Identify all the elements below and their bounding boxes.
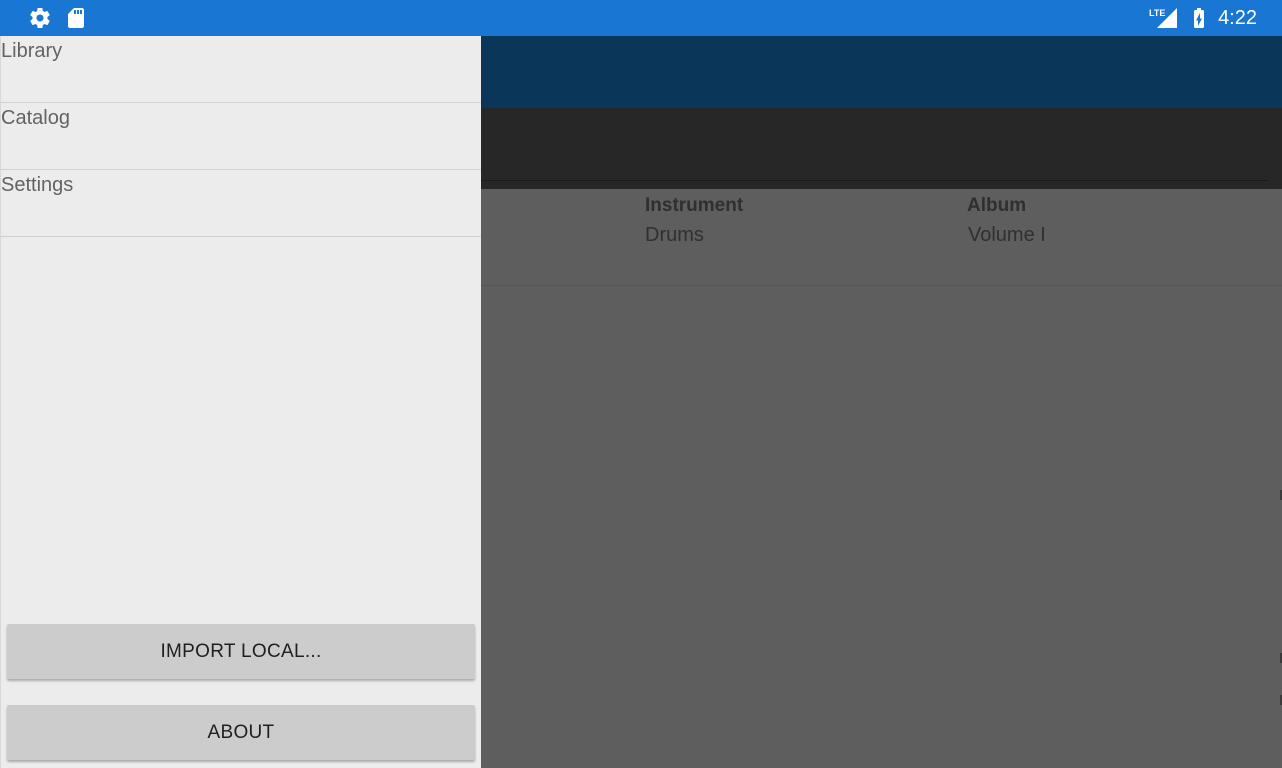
drawer-item-label: Library [1, 40, 63, 62]
album-column-header: Album [967, 195, 1027, 216]
drawer-item-settings[interactable]: Settings [1, 170, 481, 237]
sd-card-icon [64, 6, 88, 30]
gear-icon [28, 6, 52, 30]
instrument-value: Drums [645, 224, 704, 246]
drawer-item-label: Settings [1, 174, 74, 196]
lte-label: LTE [1149, 8, 1165, 18]
album-value: Volume I [968, 224, 1046, 246]
tab-indicator-line [481, 180, 1268, 181]
about-button[interactable]: ABOUT [7, 705, 475, 760]
status-time: 4:22 [1218, 7, 1257, 29]
import-local-button[interactable]: IMPORT LOCAL... [7, 624, 475, 679]
list-item[interactable]: Instrument Drums Album Volume I [481, 189, 1282, 286]
status-bar: LTE 4:22 [0, 0, 1282, 36]
navigation-drawer: Library Catalog Settings IMPORT LOCAL...… [0, 36, 481, 768]
instrument-column-header: Instrument [645, 195, 744, 216]
battery-charging-icon [1187, 6, 1211, 30]
drawer-item-label: Catalog [1, 107, 70, 129]
lte-signal-icon: LTE [1148, 6, 1178, 30]
drawer-item-catalog[interactable]: Catalog [1, 103, 481, 170]
drawer-item-library[interactable]: Library [1, 36, 481, 103]
